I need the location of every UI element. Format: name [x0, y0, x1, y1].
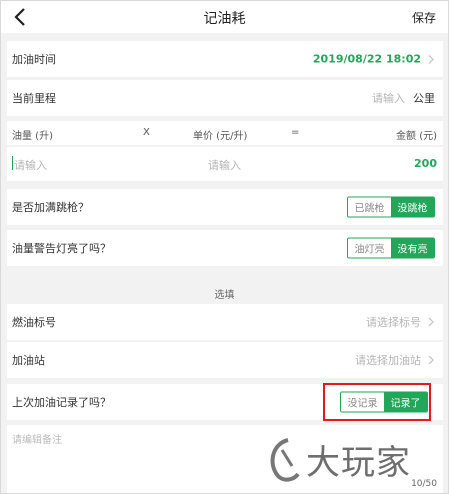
warning-light-label: 油量警告灯亮了吗？ — [12, 242, 111, 255]
watermark-logo-icon — [270, 438, 300, 482]
fuel-grade-label: 燃油标号 — [12, 316, 56, 329]
save-button[interactable]: 保存 — [412, 9, 436, 26]
page-title: 记油耗 — [203, 11, 246, 27]
warning-light-option-off[interactable]: 油灯亮 — [348, 238, 391, 258]
full-tank-option-off[interactable]: 已跳枪 — [348, 197, 391, 217]
times-sign: X — [143, 127, 150, 138]
chevron-right-icon — [428, 355, 434, 365]
station-label: 加油站 — [12, 354, 45, 367]
highlight-box — [323, 383, 431, 421]
watermark-text: 大玩家 — [306, 442, 411, 483]
amount-header: 金额 (元) — [396, 131, 437, 142]
fuel-time-label: 加油时间 — [12, 53, 56, 66]
last-record-label: 上次加油记录了吗？ — [12, 396, 111, 409]
fuel-time-row[interactable]: 加油时间 2019/08/22 18:02 — [7, 41, 443, 77]
mileage-unit: 公里 — [413, 92, 435, 105]
fuel-time-value: 2019/08/22 18:02 — [312, 52, 421, 66]
qty-header: 油量 (升) — [12, 131, 53, 142]
mileage-row: 当前里程 请输入 公里 — [7, 80, 443, 116]
price-input[interactable]: 请输入 — [208, 157, 241, 173]
equals-sign: = — [291, 127, 300, 138]
amount-input[interactable]: 200 — [414, 157, 437, 170]
mileage-label: 当前里程 — [12, 92, 56, 105]
warning-light-option-on[interactable]: 没有亮 — [391, 238, 434, 258]
station-row[interactable]: 加油站 请选择加油站 — [7, 342, 443, 378]
warning-light-row: 油量警告灯亮了吗？ 油灯亮 没有亮 — [7, 230, 443, 266]
calc-header: 油量 (升) X 单价 (元/升) = 金额 (元) — [7, 121, 443, 145]
price-header: 单价 (元/升) — [193, 131, 248, 142]
chevron-right-icon — [428, 317, 434, 327]
station-select[interactable]: 请选择加油站 — [355, 352, 421, 368]
fuel-grade-row[interactable]: 燃油标号 请选择标号 — [7, 304, 443, 340]
full-tank-label: 是否加满跳枪？ — [12, 201, 89, 214]
chevron-right-icon — [428, 54, 434, 64]
nav-bar: 记油耗 保存 — [1, 1, 448, 33]
calc-inputs-row: 请输入 请输入 200 — [7, 147, 443, 181]
warning-light-toggle[interactable]: 油灯亮 没有亮 — [347, 237, 435, 259]
text-cursor — [12, 156, 13, 170]
mileage-input[interactable]: 请输入 — [372, 90, 405, 106]
full-tank-row: 是否加满跳枪？ 已跳枪 没跳枪 — [7, 189, 443, 225]
full-tank-toggle[interactable]: 已跳枪 没跳枪 — [347, 196, 435, 218]
watermark: 大玩家 — [266, 433, 441, 485]
full-tank-option-on[interactable]: 没跳枪 — [391, 197, 434, 217]
section-optional: 选填 — [214, 290, 235, 301]
qty-input[interactable]: 请输入 — [14, 157, 47, 173]
fuel-grade-select[interactable]: 请选择标号 — [366, 314, 421, 330]
notes-input[interactable]: 请编辑备注 — [12, 431, 62, 446]
